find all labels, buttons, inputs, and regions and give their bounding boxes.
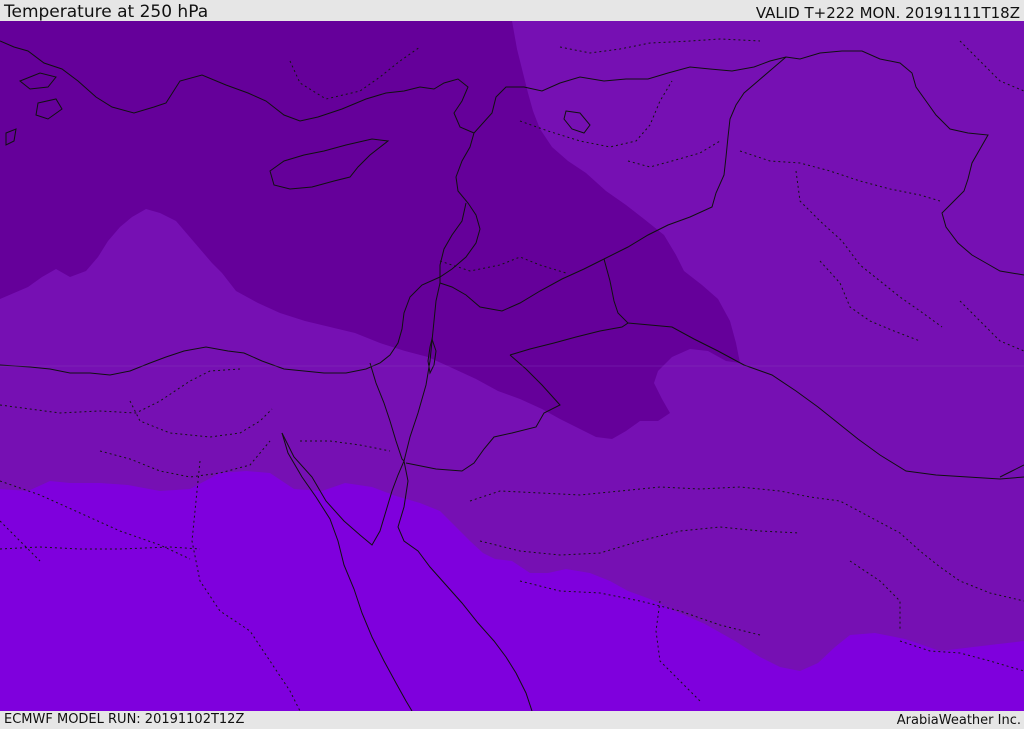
weather-map (0, 21, 1024, 711)
model-run: ECMWF MODEL RUN: 20191102T12Z (4, 712, 245, 727)
footer-bar: ECMWF MODEL RUN: 20191102T12Z ArabiaWeat… (0, 711, 1024, 729)
map-page: Temperature at 250 hPa VALID T+222 MON. … (0, 0, 1024, 729)
credit: ArabiaWeather Inc. (896, 713, 1021, 728)
valid-time: VALID T+222 MON. 20191111T18Z (755, 4, 1020, 22)
header-bar: Temperature at 250 hPa VALID T+222 MON. … (0, 0, 1024, 21)
map-title: Temperature at 250 hPa (4, 2, 209, 22)
